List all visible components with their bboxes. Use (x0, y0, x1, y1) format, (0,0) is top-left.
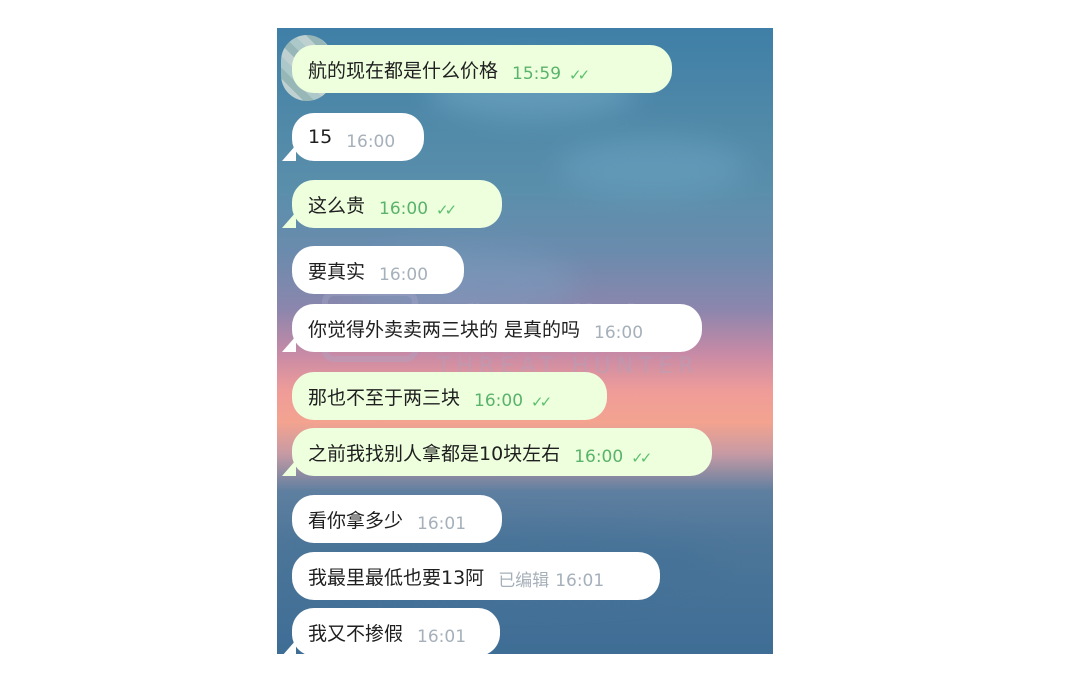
message-bubble-outgoing[interactable]: 之前我找别人拿都是10块左右 16:00 ✓✓ (282, 428, 712, 476)
message-text: 这么贵 (308, 194, 366, 217)
background-cloud (557, 138, 747, 198)
message-meta: 16:00 ✓✓ (474, 390, 552, 411)
message-bubble-incoming[interactable]: 我又不掺假 16:01 (282, 608, 500, 656)
message-text: 15 (308, 126, 333, 148)
message-time: 16:00 (474, 390, 524, 411)
message-text: 之前我找别人拿都是10块左右 (308, 442, 561, 465)
message-bubble-outgoing[interactable]: 航的现在都是什么价格 15:59 ✓✓ (292, 45, 672, 93)
message-time: 16:00 (594, 322, 644, 343)
message-bubble-outgoing[interactable]: 那也不至于两三块 16:00 ✓✓ (292, 372, 607, 420)
message-time: 16:01 (417, 626, 467, 647)
message-meta: 16:00 ✓✓ (574, 446, 652, 467)
message-text: 我最里最低也要13阿 (308, 566, 485, 589)
double-check-icon: ✓✓ (531, 392, 552, 411)
message-bubble-incoming[interactable]: 要真实 16:00 (292, 246, 464, 294)
message-meta: 16:00 (346, 131, 396, 152)
message-time: 16:00 (574, 446, 624, 467)
page-canvas: 威胁猎人 THREAT HUNTER 航的现在都是什么价格 15:59 ✓✓ 1… (0, 0, 1080, 694)
double-check-icon: ✓✓ (569, 65, 590, 84)
message-bubble-incoming[interactable]: 你觉得外卖卖两三块的 是真的吗 16:00 (282, 304, 702, 352)
message-meta: 16:01 (417, 513, 467, 534)
message-bubble-incoming[interactable]: 我最里最低也要13阿 已编辑 16:01 (292, 552, 660, 600)
message-time: 16:00 (379, 198, 429, 219)
message-meta: 16:00 (594, 322, 644, 343)
message-time: 16:00 (346, 131, 396, 152)
message-bubble-outgoing[interactable]: 这么贵 16:00 ✓✓ (282, 180, 502, 228)
message-text: 要真实 (308, 260, 366, 283)
message-meta: 16:00 ✓✓ (379, 198, 457, 219)
message-text: 航的现在都是什么价格 (308, 59, 499, 82)
double-check-icon: ✓✓ (436, 200, 457, 219)
message-bubble-incoming[interactable]: 15 16:00 (282, 113, 424, 161)
message-time: 15:59 (512, 63, 562, 84)
message-text: 看你拿多少 (308, 509, 404, 532)
message-text: 那也不至于两三块 (308, 386, 461, 409)
message-text: 你觉得外卖卖两三块的 是真的吗 (308, 318, 581, 341)
edited-label: 已编辑 (498, 570, 550, 591)
message-meta: 15:59 ✓✓ (512, 63, 590, 84)
message-time: 16:00 (379, 264, 429, 285)
message-time: 16:01 (417, 513, 467, 534)
message-meta: 16:01 (417, 626, 467, 647)
message-meta: 已编辑 16:01 (498, 570, 605, 591)
message-time: 16:01 (555, 570, 605, 591)
double-check-icon: ✓✓ (631, 448, 652, 467)
message-meta: 16:00 (379, 264, 429, 285)
message-text: 我又不掺假 (308, 622, 404, 645)
message-bubble-incoming[interactable]: 看你拿多少 16:01 (292, 495, 502, 543)
